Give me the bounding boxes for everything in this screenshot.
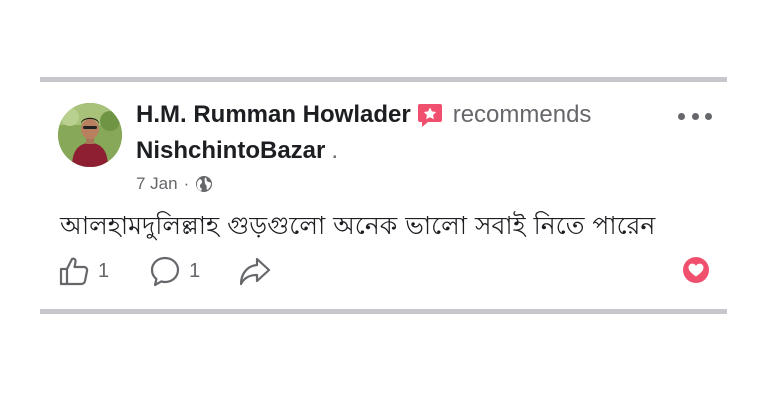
post-date[interactable]: 7 Jan: [136, 174, 178, 194]
share-icon: [240, 257, 271, 286]
avatar[interactable]: [58, 103, 122, 167]
post-header-line: H.M. Rumman Howlader recommends: [136, 98, 591, 132]
top-divider: [40, 77, 727, 82]
heart-icon: [688, 263, 704, 277]
more-dot-icon: [691, 112, 699, 120]
post-meta: 7 Jan ·: [136, 172, 213, 196]
author-name[interactable]: H.M. Rumman Howlader: [136, 101, 411, 129]
more-dot-icon: [705, 112, 712, 120]
more-options-button[interactable]: [678, 106, 712, 126]
globe-icon: [195, 175, 213, 193]
recommends-label: recommends: [452, 101, 592, 128]
meta-separator: ·: [183, 174, 190, 193]
like-count: 1: [98, 259, 110, 282]
recommend-badge-icon: [417, 102, 443, 128]
bottom-divider: [40, 309, 727, 314]
share-button[interactable]: [238, 255, 272, 287]
recommended-page-line: NishchintoBazar .: [136, 134, 338, 168]
love-icon[interactable]: [683, 257, 709, 283]
page-name[interactable]: NishchintoBazar: [136, 137, 325, 165]
more-dot-icon: [678, 112, 685, 120]
page-name-suffix: .: [331, 137, 339, 164]
comment-icon: [151, 256, 180, 287]
comment-count: 1: [189, 259, 201, 282]
post-text: আলহামদুলিল্লাহ গুড়গুলো অনেক ভালো সবাই ন…: [60, 211, 656, 240]
profile-photo: [58, 103, 122, 167]
like-button[interactable]: 1: [58, 255, 109, 287]
thumbs-up-icon: [59, 257, 89, 286]
comment-button[interactable]: 1: [149, 255, 200, 287]
action-bar: 1 1: [58, 254, 272, 288]
